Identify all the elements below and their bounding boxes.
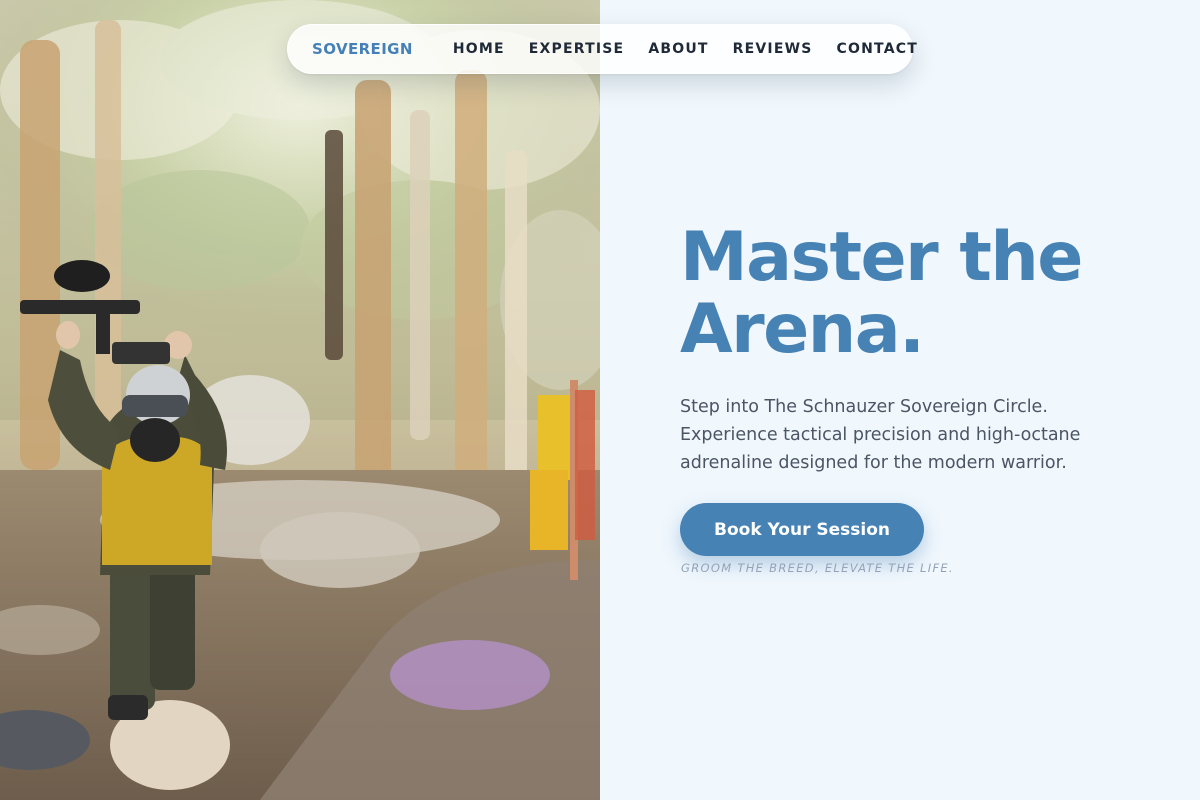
hero-description: Step into The Schnauzer Sovereign Circle… [680, 397, 1081, 473]
book-session-button[interactable]: Book Your Session [680, 503, 924, 556]
paintball-player-photo [0, 0, 600, 800]
nav-about[interactable]: ABOUT [648, 41, 708, 57]
brand-logo-link[interactable]: SOVEREIGN [312, 40, 413, 58]
hero-title-line2: Arena. [680, 290, 925, 369]
hero-photo [0, 0, 600, 800]
tagline: GROOM THE BREED, ELEVATE THE LIFE. [681, 561, 954, 575]
main-navigation: SOVEREIGN HOME EXPERTISE ABOUT REVIEWS C… [287, 24, 917, 74]
nav-contact[interactable]: CONTACT [837, 41, 918, 57]
nav-reviews[interactable]: REVIEWS [733, 41, 813, 57]
nav-expertise[interactable]: EXPERTISE [529, 41, 625, 57]
nav-home[interactable]: HOME [453, 41, 505, 57]
hero-title-line1: Master the [680, 218, 1083, 297]
hero-title: Master the Arena. [680, 222, 1180, 366]
